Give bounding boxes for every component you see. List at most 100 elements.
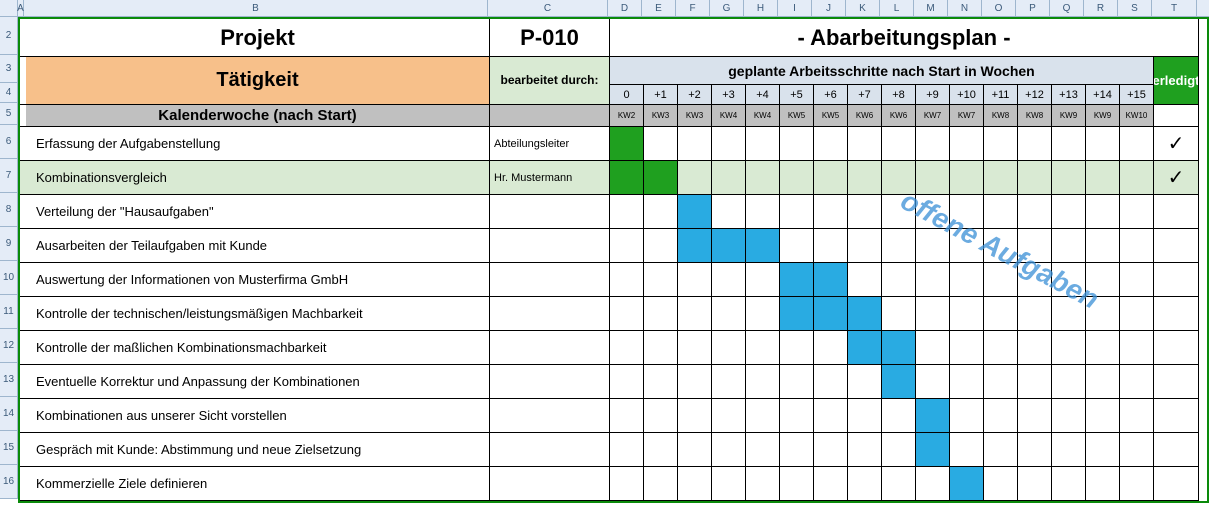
gantt-cell-10-1[interactable] [644,467,678,501]
row-header-8[interactable]: 8 [0,193,17,227]
gantt-cell-0-13[interactable] [1052,127,1086,161]
gantt-cell-3-2[interactable] [678,229,712,263]
gantt-cell-10-9[interactable] [916,467,950,501]
gantt-cell-5-12[interactable] [1018,297,1052,331]
col-header-H[interactable]: H [744,0,778,16]
gantt-cell-9-8[interactable] [882,433,916,467]
gantt-cell-10-6[interactable] [814,467,848,501]
gantt-cell-4-7[interactable] [848,263,882,297]
col-header-L[interactable]: L [880,0,914,16]
col-header-K[interactable]: K [846,0,880,16]
gantt-cell-7-5[interactable] [780,365,814,399]
gantt-cell-3-5[interactable] [780,229,814,263]
gantt-cell-7-4[interactable] [746,365,780,399]
done-cell-1[interactable]: ✓ [1154,161,1199,195]
gantt-cell-5-7[interactable] [848,297,882,331]
gantt-cell-4-11[interactable] [984,263,1018,297]
gantt-cell-1-4[interactable] [746,161,780,195]
gantt-cell-1-7[interactable] [848,161,882,195]
task-assignee-3[interactable] [490,229,610,263]
gantt-cell-2-8[interactable] [882,195,916,229]
gantt-cell-8-14[interactable] [1086,399,1120,433]
gantt-cell-1-1[interactable] [644,161,678,195]
gantt-cell-5-9[interactable] [916,297,950,331]
gantt-cell-7-3[interactable] [712,365,746,399]
gantt-cell-1-13[interactable] [1052,161,1086,195]
gantt-cell-2-7[interactable] [848,195,882,229]
gantt-cell-4-2[interactable] [678,263,712,297]
gantt-cell-5-5[interactable] [780,297,814,331]
gantt-cell-0-15[interactable] [1120,127,1154,161]
gantt-cell-7-15[interactable] [1120,365,1154,399]
gantt-cell-10-15[interactable] [1120,467,1154,501]
gantt-cell-9-14[interactable] [1086,433,1120,467]
done-cell-8[interactable] [1154,399,1199,433]
gantt-cell-3-11[interactable] [984,229,1018,263]
done-cell-2[interactable] [1154,195,1199,229]
col-header-C[interactable]: C [488,0,608,16]
col-header-M[interactable]: M [914,0,948,16]
row-header-3[interactable]: 3 [0,55,17,83]
gantt-cell-8-5[interactable] [780,399,814,433]
gantt-cell-9-1[interactable] [644,433,678,467]
gantt-cell-1-8[interactable] [882,161,916,195]
gantt-cell-5-0[interactable] [610,297,644,331]
gantt-cell-9-9[interactable] [916,433,950,467]
row-header-5[interactable]: 5 [0,103,17,125]
gantt-cell-4-4[interactable] [746,263,780,297]
gantt-cell-4-6[interactable] [814,263,848,297]
col-header-T[interactable]: T [1152,0,1197,16]
header-pnum[interactable]: P-010 [490,19,610,57]
gantt-cell-0-11[interactable] [984,127,1018,161]
gantt-cell-1-11[interactable] [984,161,1018,195]
gantt-cell-5-1[interactable] [644,297,678,331]
header-kw[interactable]: Kalenderwoche (nach Start) [26,105,490,127]
gantt-cell-3-1[interactable] [644,229,678,263]
gantt-cell-9-3[interactable] [712,433,746,467]
gantt-cell-8-11[interactable] [984,399,1018,433]
gantt-cell-0-7[interactable] [848,127,882,161]
row-header-12[interactable]: 12 [0,329,17,363]
col-header-O[interactable]: O [982,0,1016,16]
gantt-cell-2-0[interactable] [610,195,644,229]
gantt-cell-9-7[interactable] [848,433,882,467]
gantt-cell-7-11[interactable] [984,365,1018,399]
gantt-cell-2-3[interactable] [712,195,746,229]
task-assignee-7[interactable] [490,365,610,399]
gantt-cell-6-6[interactable] [814,331,848,365]
gantt-cell-3-13[interactable] [1052,229,1086,263]
gantt-cell-10-7[interactable] [848,467,882,501]
task-assignee-6[interactable] [490,331,610,365]
gantt-cell-0-8[interactable] [882,127,916,161]
gantt-cell-10-0[interactable] [610,467,644,501]
gantt-cell-10-2[interactable] [678,467,712,501]
gantt-cell-8-13[interactable] [1052,399,1086,433]
task-name-3[interactable]: Ausarbeiten der Teilaufgaben mit Kunde [26,229,490,263]
gantt-cell-9-6[interactable] [814,433,848,467]
gantt-cell-2-4[interactable] [746,195,780,229]
gantt-cell-3-10[interactable] [950,229,984,263]
gantt-cell-5-15[interactable] [1120,297,1154,331]
gantt-cell-1-15[interactable] [1120,161,1154,195]
done-cell-4[interactable] [1154,263,1199,297]
gantt-cell-8-0[interactable] [610,399,644,433]
task-assignee-10[interactable] [490,467,610,501]
gantt-cell-1-10[interactable] [950,161,984,195]
gantt-cell-3-9[interactable] [916,229,950,263]
col-header-I[interactable]: I [778,0,812,16]
gantt-cell-8-3[interactable] [712,399,746,433]
task-assignee-1[interactable]: Hr. Mustermann [490,161,610,195]
gantt-cell-0-12[interactable] [1018,127,1052,161]
gantt-cell-9-15[interactable] [1120,433,1154,467]
gantt-cell-10-4[interactable] [746,467,780,501]
gantt-cell-0-0[interactable] [610,127,644,161]
gantt-cell-1-2[interactable] [678,161,712,195]
task-name-6[interactable]: Kontrolle der maßlichen Kombinationsmach… [26,331,490,365]
gantt-cell-6-10[interactable] [950,331,984,365]
task-assignee-0[interactable]: Abteilungsleiter [490,127,610,161]
gantt-cell-3-3[interactable] [712,229,746,263]
gantt-cell-5-3[interactable] [712,297,746,331]
gantt-cell-2-1[interactable] [644,195,678,229]
gantt-cell-10-3[interactable] [712,467,746,501]
col-header-G[interactable]: G [710,0,744,16]
